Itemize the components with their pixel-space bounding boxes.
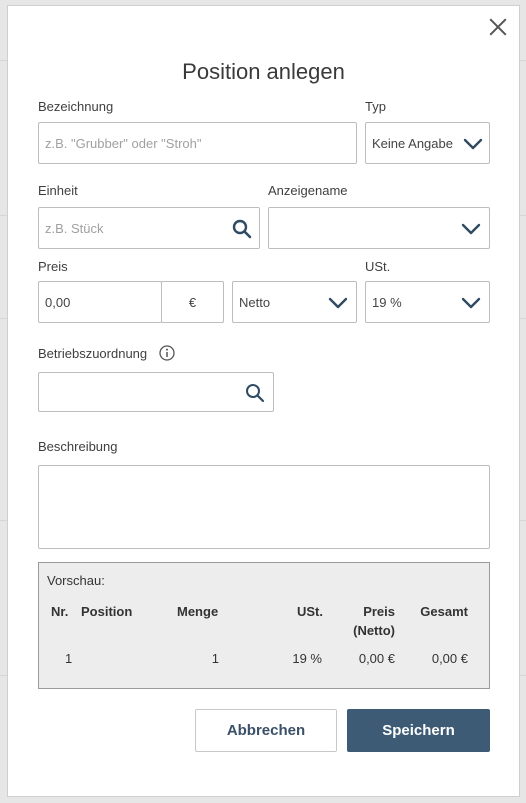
currency-addon: €: [161, 281, 224, 323]
preis-input[interactable]: 0,00: [38, 281, 162, 323]
col-header-preis: Preis: [363, 604, 395, 619]
search-icon[interactable]: [232, 219, 252, 239]
cell-gesamt: 0,00 €: [431, 651, 468, 666]
einheit-search-input[interactable]: z.B. Stück: [38, 207, 260, 249]
preview-panel: Vorschau: Nr. Position Menge USt. Preis …: [38, 562, 490, 689]
cell-nr: 1: [65, 651, 73, 666]
cell-menge: 1: [211, 651, 219, 666]
currency-symbol: €: [188, 295, 197, 310]
bezeichnung-label: Bezeichnung: [38, 99, 114, 114]
search-icon[interactable]: [245, 383, 265, 403]
cell-ust: 19 %: [292, 651, 322, 666]
chevron-down-icon: [463, 138, 483, 150]
save-button[interactable]: Speichern: [347, 709, 490, 752]
ust-label: USt.: [365, 259, 391, 274]
typ-label: Typ: [365, 99, 386, 114]
col-header-gesamt: Gesamt: [420, 604, 468, 619]
preis-value: 0,00: [45, 295, 71, 310]
netto-brutto-value: Netto: [239, 295, 271, 310]
beschreibung-label: Beschreibung: [38, 439, 118, 454]
col-header-preis-netto: (Netto): [353, 623, 395, 638]
chevron-down-icon: [328, 297, 348, 309]
preview-title: Vorschau:: [47, 573, 105, 588]
betriebszuordnung-search-input[interactable]: [38, 372, 274, 412]
info-icon[interactable]: [159, 345, 175, 361]
ust-select[interactable]: 19 %: [365, 281, 490, 323]
anzeigename-select[interactable]: [268, 207, 490, 249]
beschreibung-textarea[interactable]: [38, 465, 490, 549]
chevron-down-icon: [461, 223, 481, 235]
einheit-label: Einheit: [38, 183, 78, 198]
col-header-menge: Menge: [177, 604, 219, 619]
cell-preis: 0,00 €: [358, 651, 395, 666]
col-header-ust: USt.: [297, 604, 323, 619]
col-header-nr: Nr.: [51, 604, 69, 619]
bezeichnung-placeholder: z.B. "Grubber" oder "Stroh": [45, 136, 202, 151]
typ-value: Keine Angabe: [372, 136, 453, 151]
cancel-button[interactable]: Abbrechen: [195, 709, 337, 752]
close-icon[interactable]: [487, 16, 509, 38]
dialog-title: Position anlegen: [182, 59, 345, 84]
col-header-position: Position: [81, 604, 133, 619]
einheit-placeholder: z.B. Stück: [45, 221, 104, 236]
anzeigename-label: Anzeigename: [268, 183, 348, 198]
chevron-down-icon: [461, 297, 481, 309]
typ-select[interactable]: Keine Angabe: [365, 122, 490, 164]
create-position-dialog: Position anlegen Bezeichnung z.B. "Grubb…: [7, 5, 520, 797]
betriebszuordnung-label: Betriebszuordnung: [38, 346, 148, 361]
preis-label: Preis: [38, 259, 68, 274]
bezeichnung-input[interactable]: z.B. "Grubber" oder "Stroh": [38, 122, 357, 164]
netto-brutto-select[interactable]: Netto: [232, 281, 357, 323]
ust-value: 19 %: [372, 295, 402, 310]
